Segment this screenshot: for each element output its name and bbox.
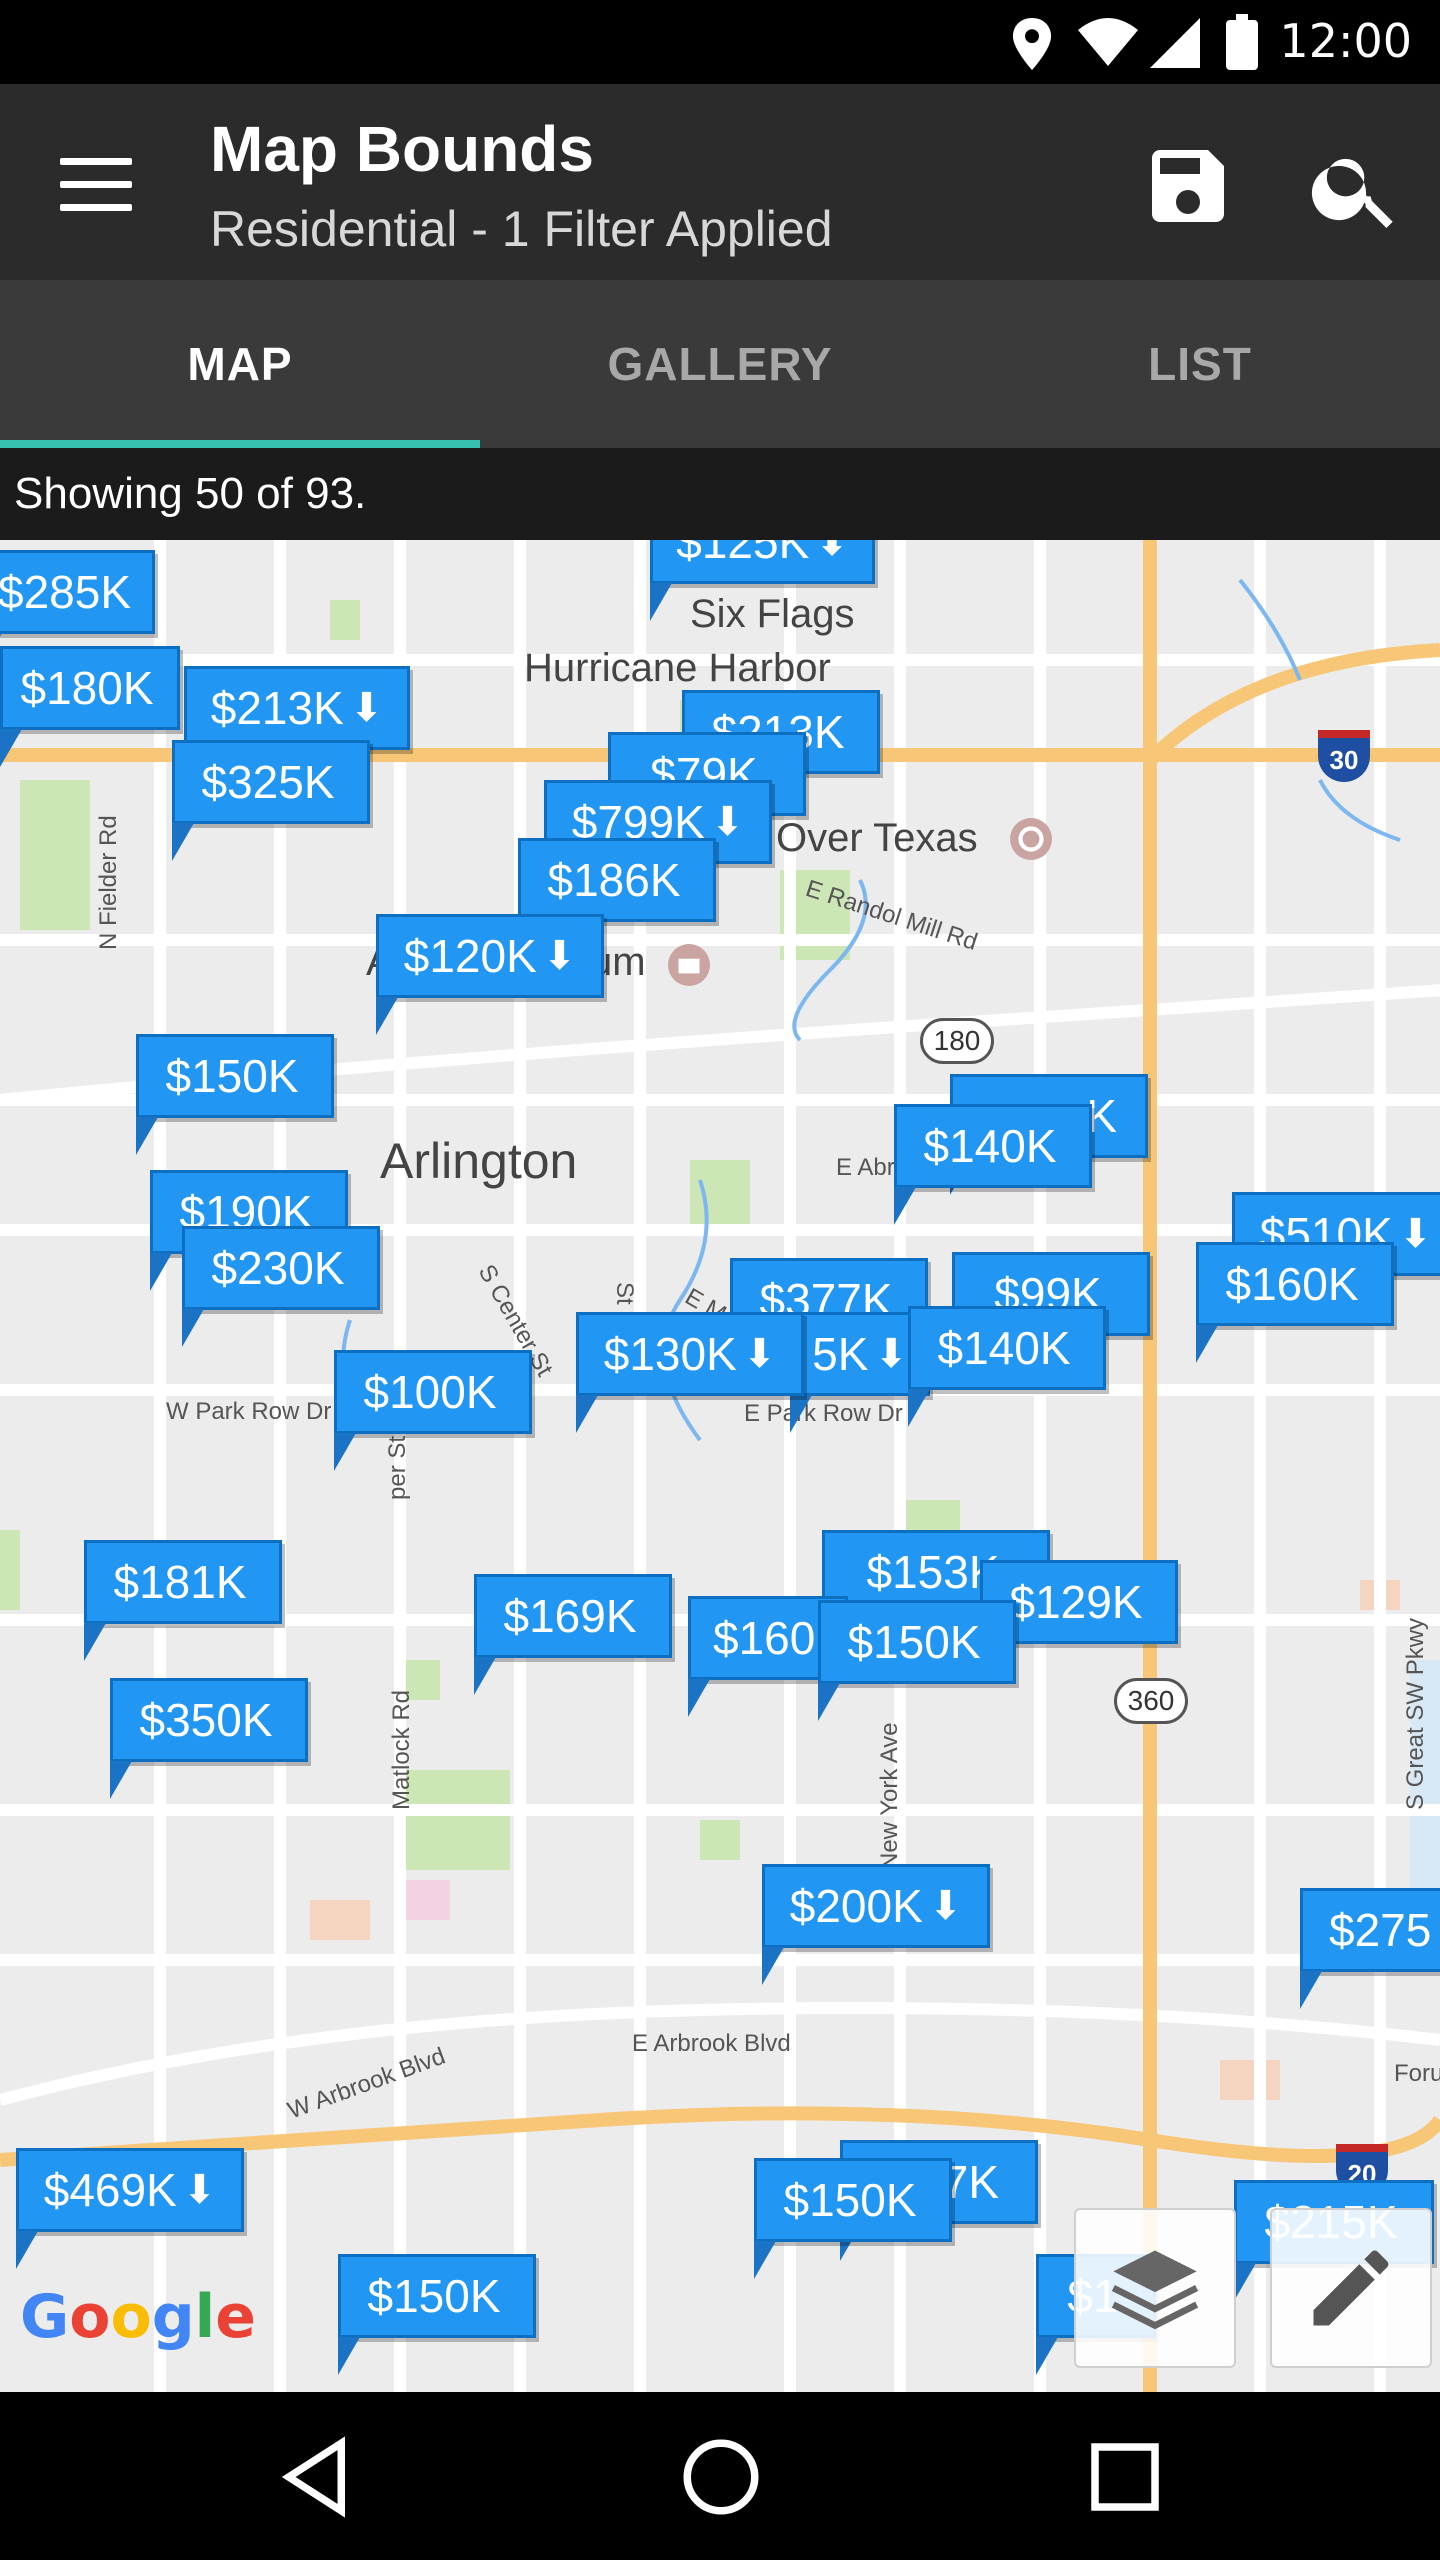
listing-pin[interactable]: $285K <box>0 550 155 671</box>
listing-pin[interactable]: $181K <box>84 1540 282 1661</box>
listing-pin[interactable]: $150K <box>754 2158 952 2279</box>
museum-icon <box>668 944 710 986</box>
layers-button[interactable] <box>1074 2208 1236 2368</box>
listing-pin[interactable]: $213K ⬇ <box>184 666 410 787</box>
listing-pin[interactable]: $469K ⬇ <box>16 2148 244 2269</box>
listing-pin[interactable]: $200K ⬇ <box>762 1864 990 1985</box>
back-icon[interactable] <box>270 2432 360 2522</box>
page-subtitle: Residential - 1 Filter Applied <box>210 201 833 257</box>
listing-pin[interactable]: $180K <box>0 646 180 767</box>
wifi-icon <box>1078 18 1138 66</box>
street-new-york: New York Ave <box>876 1722 903 1870</box>
place-label-arlington: Arlington <box>380 1133 578 1189</box>
listing-pin[interactable]: $125K ⬇ <box>650 540 875 621</box>
listing-pin[interactable]: $169K <box>474 1574 672 1695</box>
listing-pin[interactable]: $186K <box>518 838 716 959</box>
system-nav-bar <box>0 2392 1440 2560</box>
listing-pin[interactable]: $120K ⬇ <box>376 914 604 1035</box>
draw-button[interactable] <box>1270 2208 1432 2368</box>
interstate-30-shield: 30 <box>1318 730 1370 782</box>
app-bar: Map Bounds Residential - 1 Filter Applie… <box>0 84 1440 280</box>
tab-list[interactable]: LIST <box>960 280 1440 448</box>
status-bar: 12:00 <box>0 0 1440 84</box>
menu-icon[interactable] <box>60 158 132 212</box>
listing-pin[interactable]: $150K <box>818 1600 1016 1721</box>
google-logo: Google <box>20 2282 256 2352</box>
tab-gallery[interactable]: GALLERY <box>480 280 960 448</box>
pencil-icon <box>1313 2250 1389 2326</box>
tab-bar: MAP GALLERY LIST <box>0 280 1440 448</box>
highway-360-shield: 360 <box>1114 1678 1188 1724</box>
place-label-forum: Forun <box>1394 2060 1440 2087</box>
listing-pin[interactable]: $140K <box>894 1104 1092 1225</box>
street-abram: E Abr <box>836 1154 895 1181</box>
clock: 12:00 <box>1279 14 1412 68</box>
street-arbrook-e: E Arbrook Blvd <box>632 2030 791 2057</box>
search-icon[interactable] <box>1306 138 1406 238</box>
battery-icon <box>1226 14 1258 70</box>
listing-pin[interactable]: $275 <box>1300 1888 1440 2009</box>
street-fielder: N Fielder Rd <box>95 815 122 950</box>
listing-pin[interactable]: $160K <box>1196 1242 1394 1363</box>
street-park-row-w: W Park Row Dr <box>166 1398 332 1425</box>
place-label-hurricane-harbor: Hurricane Harbor <box>524 646 831 690</box>
tab-map[interactable]: MAP <box>0 280 480 448</box>
amusement-park-icon <box>1010 818 1052 860</box>
listing-pin[interactable]: $130K ⬇ <box>576 1312 804 1433</box>
tab-indicator <box>0 440 480 448</box>
listing-pin[interactable]: $100K <box>334 1350 532 1471</box>
listing-pin[interactable]: $230K <box>182 1226 380 1347</box>
home-icon[interactable] <box>676 2432 766 2522</box>
listing-pin[interactable]: $140K <box>908 1306 1106 1427</box>
signal-icon <box>1150 18 1200 68</box>
layers-icon <box>1111 2250 1199 2330</box>
street-cooper: per St <box>384 1435 411 1500</box>
listing-pin[interactable]: $325K <box>172 740 370 861</box>
results-count: Showing 50 of 93. <box>0 448 1440 540</box>
listing-pin[interactable]: $150K <box>136 1034 334 1155</box>
save-icon[interactable] <box>1140 138 1236 234</box>
recents-icon[interactable] <box>1080 2432 1170 2522</box>
street-great-sw: S Great SW Pkwy <box>1402 1617 1429 1810</box>
street-matlock: Matlock Rd <box>388 1689 415 1810</box>
listing-pin[interactable]: $150K <box>338 2254 536 2375</box>
listing-pin[interactable]: $350K <box>110 1678 308 1799</box>
page-title: Map Bounds <box>210 113 594 185</box>
place-label-six-flags: Six Flags <box>690 592 855 636</box>
map-view[interactable]: Six Flags Hurricane Harbor Over Texas Ar… <box>0 540 1440 2392</box>
location-icon <box>1012 18 1052 70</box>
highway-180-shield: 180 <box>920 1018 994 1064</box>
place-label-over-texas: Over Texas <box>776 816 978 860</box>
